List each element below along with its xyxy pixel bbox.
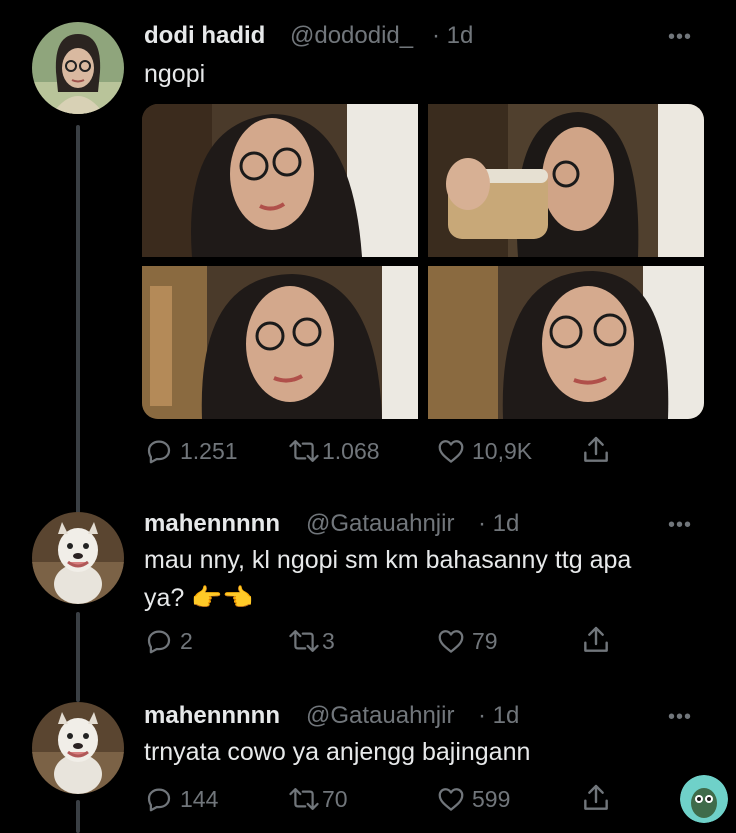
retweet-icon bbox=[288, 436, 320, 466]
retweet-button[interactable]: 1.068 bbox=[288, 436, 380, 466]
retweet-icon bbox=[288, 626, 320, 656]
avatar[interactable] bbox=[32, 512, 124, 604]
like-button[interactable]: 79 bbox=[436, 626, 498, 656]
reply-count: 144 bbox=[180, 785, 219, 812]
reply-button[interactable]: 1.251 bbox=[144, 436, 238, 466]
tweet-photo[interactable] bbox=[142, 266, 418, 419]
watermark-logo-icon bbox=[680, 775, 728, 823]
share-button[interactable] bbox=[580, 624, 612, 656]
like-icon bbox=[436, 436, 466, 466]
reply-icon bbox=[144, 784, 174, 814]
reply-icon bbox=[144, 436, 174, 466]
author-name[interactable]: mahennnnn bbox=[144, 510, 280, 538]
reply-button[interactable]: 144 bbox=[144, 784, 218, 814]
reply-icon bbox=[144, 626, 174, 656]
tweet-photo[interactable] bbox=[142, 104, 418, 257]
author-handle[interactable]: @Gatauahnjir bbox=[306, 702, 454, 730]
share-icon bbox=[580, 782, 612, 814]
retweet-count: 3 bbox=[322, 627, 335, 654]
avatar[interactable] bbox=[32, 22, 124, 114]
retweet-icon bbox=[288, 784, 320, 814]
reply-text: mau nny, kl ngopi sm km bahasanny ttg ap… bbox=[144, 546, 632, 574]
reply-text: ya? 👉👈 bbox=[144, 584, 254, 612]
reply-button[interactable]: 2 bbox=[144, 626, 193, 656]
tweet-photo[interactable] bbox=[428, 266, 704, 419]
share-icon bbox=[580, 624, 612, 656]
like-icon bbox=[436, 626, 466, 656]
reply-count: 2 bbox=[180, 627, 193, 654]
more-icon[interactable]: ••• bbox=[668, 706, 692, 729]
share-button[interactable] bbox=[580, 782, 612, 814]
thread-line bbox=[76, 125, 80, 515]
timestamp[interactable]: · 1d bbox=[478, 702, 519, 730]
like-count: 599 bbox=[472, 785, 511, 812]
author-name[interactable]: mahennnnn bbox=[144, 702, 280, 730]
more-icon[interactable]: ••• bbox=[668, 514, 692, 537]
like-count: 79 bbox=[472, 627, 498, 654]
avatar[interactable] bbox=[32, 702, 124, 794]
reply-count: 1.251 bbox=[180, 437, 238, 464]
retweet-count: 70 bbox=[322, 785, 348, 812]
like-count: 10,9K bbox=[472, 437, 533, 464]
retweet-button[interactable]: 70 bbox=[288, 784, 348, 814]
author-handle[interactable]: @Gatauahnjir bbox=[306, 510, 454, 538]
retweet-count: 1.068 bbox=[322, 437, 380, 464]
thread-line bbox=[76, 800, 80, 833]
author-handle[interactable]: @dododid_ bbox=[290, 22, 413, 50]
more-icon[interactable]: ••• bbox=[668, 26, 692, 49]
thread-line bbox=[76, 612, 80, 702]
author-name[interactable]: dodi hadid bbox=[144, 22, 265, 50]
like-icon bbox=[436, 784, 466, 814]
like-button[interactable]: 10,9K bbox=[436, 436, 532, 466]
retweet-button[interactable]: 3 bbox=[288, 626, 335, 656]
tweet-photo[interactable] bbox=[428, 104, 704, 257]
share-button[interactable] bbox=[580, 434, 612, 466]
like-button[interactable]: 599 bbox=[436, 784, 510, 814]
tweet-text: ngopi bbox=[144, 60, 206, 88]
timestamp[interactable]: · 1d bbox=[478, 510, 519, 538]
timestamp[interactable]: · 1d bbox=[432, 22, 473, 50]
share-icon bbox=[580, 434, 612, 466]
reply-text: trnyata cowo ya anjengg bajingann bbox=[144, 738, 531, 766]
